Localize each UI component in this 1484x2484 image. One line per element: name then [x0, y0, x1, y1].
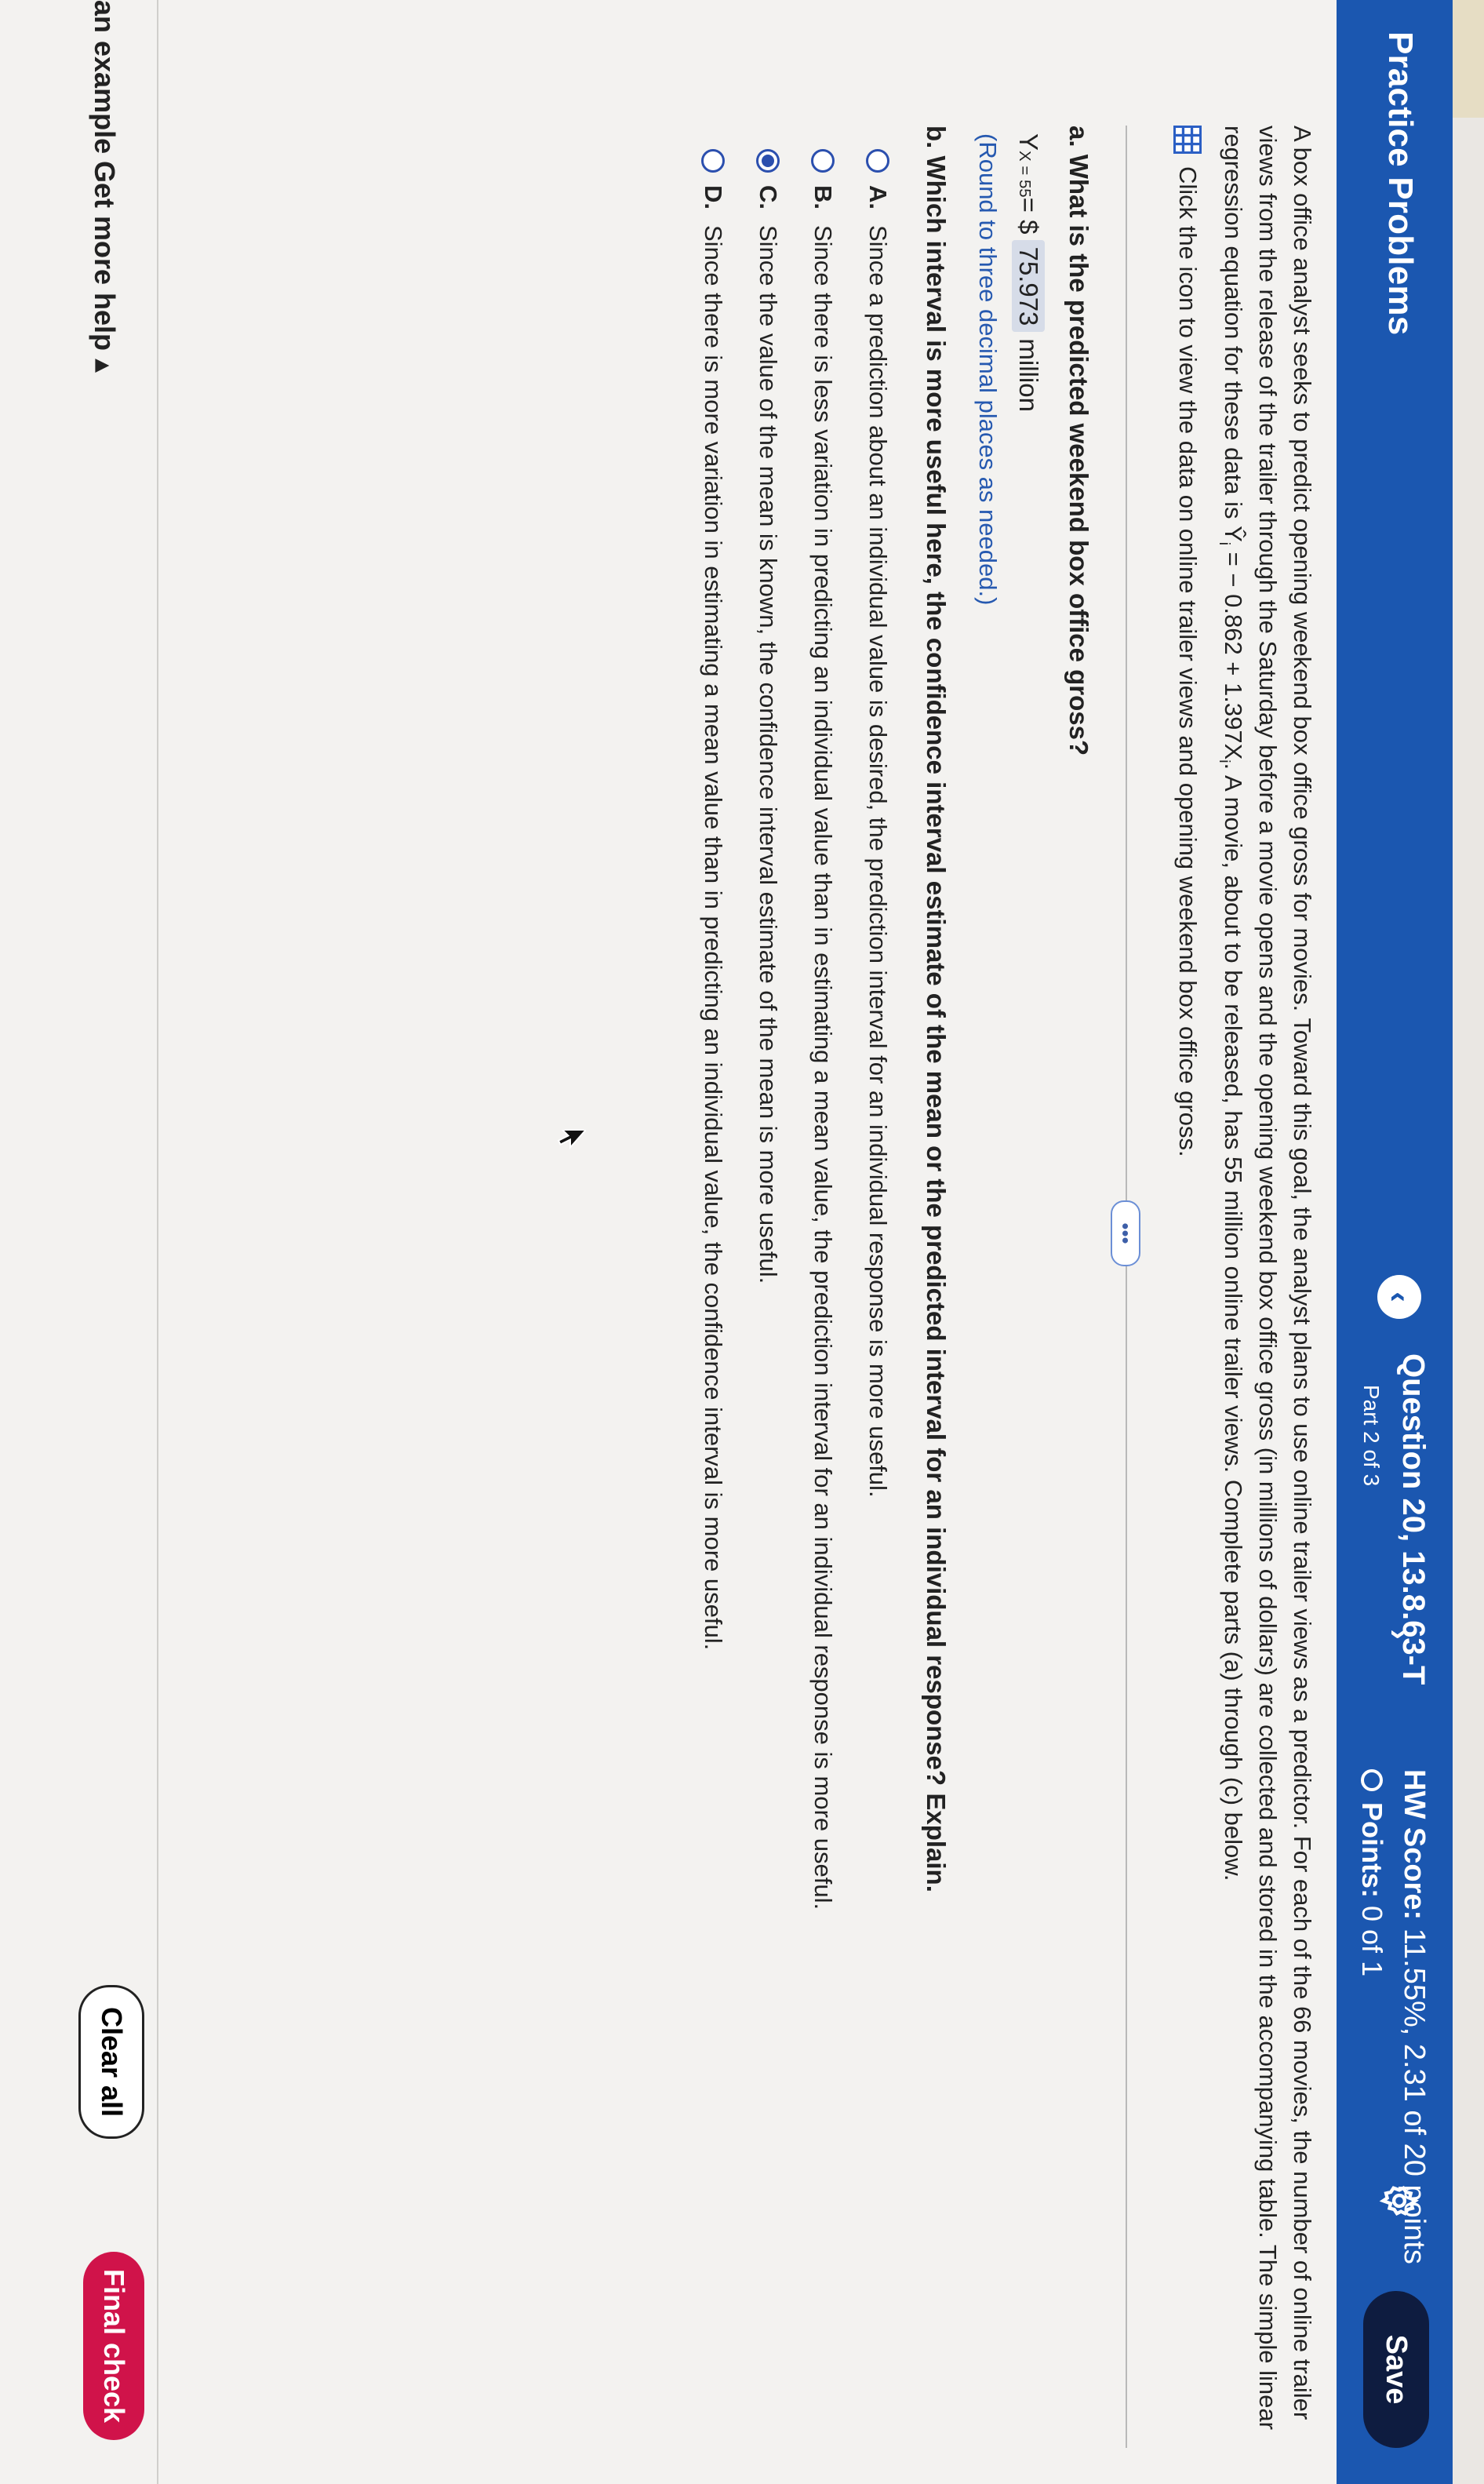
view-example-link[interactable]: an example: [88, 0, 121, 154]
final-check-button[interactable]: Final check: [83, 2252, 144, 2440]
rounding-note: (Round to three decimal places as needed…: [974, 133, 1002, 606]
radio-button-selected[interactable]: [756, 149, 780, 173]
intro-text: regression equation for these data is: [1220, 126, 1247, 526]
answer-subscript: X = 55: [1016, 151, 1034, 198]
app-title: Practice Problems: [1381, 31, 1420, 336]
question-intro: A box office analyst seeks to predict op…: [1206, 126, 1319, 2448]
footer-bar: an example Get more help ▴ Clear all Fin…: [0, 0, 157, 2484]
gear-icon[interactable]: [1376, 2177, 1423, 2224]
option-text: Since the value of the mean is known, th…: [755, 225, 782, 1284]
option-letter: D.: [700, 185, 727, 209]
option-text: Since a prediction about an individual v…: [864, 225, 892, 1498]
option-letter: C.: [755, 185, 782, 209]
section-divider: [1126, 126, 1127, 2448]
previous-question-button[interactable]: ‹: [1377, 1275, 1421, 1319]
option-c[interactable]: C. Since the value of the mean is known,…: [740, 149, 795, 1910]
next-question-button[interactable]: ›: [1377, 1612, 1421, 1656]
points-value: 0 of 1: [1356, 1906, 1388, 1977]
answer-options: A. Since a prediction about an individua…: [686, 149, 905, 1910]
get-more-help-link[interactable]: Get more help ▴: [88, 161, 121, 373]
part-a-answer: YX = 55 = $ 75.973 million: [1012, 133, 1045, 412]
option-letter: B.: [809, 185, 837, 209]
answer-equals: = $: [1014, 197, 1043, 235]
part-a-question: a. What is the predicted weekend box off…: [1064, 126, 1093, 756]
intro-line: A box office analyst seeks to predict op…: [1289, 126, 1316, 2420]
answer-input[interactable]: 75.973: [1012, 240, 1045, 333]
save-button[interactable]: Save: [1363, 2291, 1429, 2448]
intro-text: . A movie, about to be released, has 55 …: [1220, 763, 1247, 1881]
equation-body: = − 0.862 + 1.397X: [1220, 545, 1247, 760]
y-hat: Ŷ: [1220, 526, 1247, 542]
screen: Practice Problems ‹ Question 20, 13.8.63…: [0, 0, 1484, 2484]
answer-unit: million: [1014, 338, 1043, 412]
data-note-text: Click the icon to view the data on onlin…: [1174, 166, 1202, 1157]
option-text: Since there is less variation in predict…: [809, 225, 837, 1910]
radio-button[interactable]: [866, 149, 889, 173]
hw-score-label: HW Score:: [1398, 1769, 1431, 1921]
browser-top-strip: [1453, 0, 1484, 2484]
header-bar: Practice Problems ‹ Question 20, 13.8.63…: [1337, 0, 1453, 2484]
option-text: Since there is more variation in estimat…: [700, 225, 727, 1651]
intro-line: regression equation for these data is Ŷi…: [1206, 126, 1250, 2448]
points-label: Points:: [1356, 1802, 1388, 1898]
expand-more-button[interactable]: •••: [1111, 1200, 1140, 1266]
answer-symbol: Y: [1014, 133, 1043, 151]
points-status: Points: 0 of 1: [1355, 1769, 1388, 1976]
option-b[interactable]: B. Since there is less variation in pred…: [795, 149, 850, 1910]
clear-all-button[interactable]: Clear all: [78, 1985, 144, 2139]
radio-button[interactable]: [701, 149, 725, 173]
option-d[interactable]: D. Since there is more variation in esti…: [686, 149, 740, 1910]
data-table-link[interactable]: Click the icon to view the data on onlin…: [1173, 126, 1202, 1157]
option-a[interactable]: A. Since a prediction about an individua…: [850, 149, 905, 1910]
data-table-icon[interactable]: [1173, 126, 1202, 154]
regression-equation: Ŷi = − 0.862 + 1.397Xi: [1216, 526, 1247, 763]
intro-line: views from the release of the trailer th…: [1254, 126, 1282, 2430]
circle-icon: [1361, 1769, 1383, 1791]
part-b-question: b. Which interval is more useful here, t…: [922, 126, 951, 1892]
mouse-cursor-icon: [557, 1130, 586, 1150]
question-part: Part 2 of 3: [1359, 1385, 1384, 1487]
radio-button[interactable]: [811, 149, 835, 173]
option-letter: A.: [864, 185, 892, 209]
question-content: A box office analyst seeks to predict op…: [700, 126, 1319, 2448]
footer-divider: [157, 0, 158, 2484]
